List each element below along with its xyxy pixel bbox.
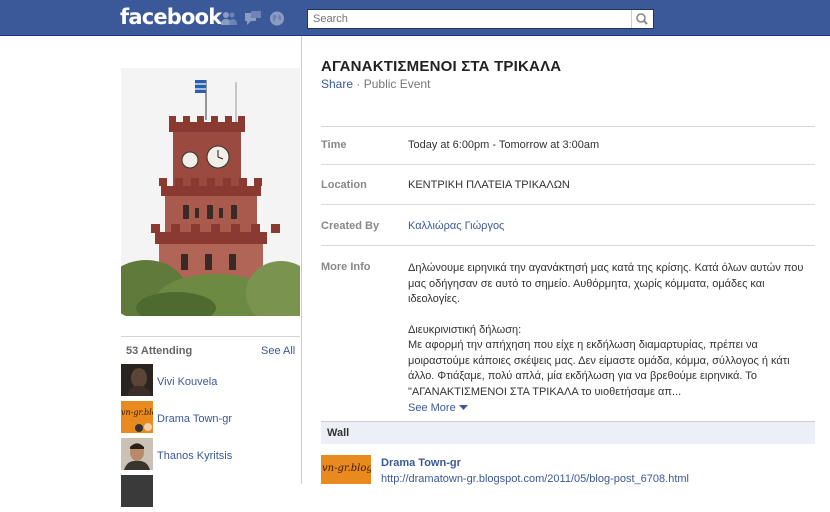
attending-header: 53 Attending See All [121, 336, 300, 357]
location-value: ΚΕΝΤΡΙΚΗ ΠΛΑΤΕΙΑ ΤΡΙΚΑΛΩΝ [408, 179, 570, 191]
column-divider [301, 36, 302, 484]
post-link[interactable]: http://dramatown-gr.blogspot.com/2011/05… [381, 473, 689, 485]
event-visibility: Public Event [363, 77, 431, 91]
svg-text:vn-gr.blog: vn-gr.blog [121, 408, 153, 417]
svg-text:vn-gr.blog: vn-gr.blog [322, 463, 371, 474]
chevron-down-icon[interactable] [458, 404, 468, 411]
messages-icon[interactable] [245, 11, 261, 26]
location-label: Location [321, 179, 367, 191]
time-label: Time [321, 139, 347, 151]
event-title: ΑΓΑΝΑΚΤΙΣΜΕΝΟΙ ΣΤΑ ΤΡΙΚΑΛΑ [321, 58, 562, 75]
attendee-name[interactable]: Drama Town-gr [157, 413, 232, 425]
share-link[interactable]: Share [321, 77, 353, 91]
created-by-label: Created By [321, 220, 380, 232]
more-info-paragraph-1: Δηλώνουμε ειρηνικά την αγανάκτησή μας κα… [408, 262, 804, 305]
attendee-name[interactable]: Thanos Kyritsis [157, 450, 232, 462]
search-box [307, 9, 654, 29]
notification-jewels [221, 11, 285, 26]
attendee-avatar[interactable]: vn-gr.blog [121, 401, 153, 433]
time-value: Today at 6:00pm - Tomorrow at 3:00am [408, 139, 600, 151]
created-by-row: Created By Καλλιώρας Γιώργος [321, 205, 815, 246]
attendee-avatar[interactable] [121, 475, 153, 507]
notifications-globe-icon[interactable] [269, 11, 285, 26]
wall-heading: Wall [327, 427, 350, 439]
post-author-name[interactable]: Drama Town-gr [381, 457, 461, 469]
search-button[interactable] [631, 10, 653, 28]
attendee-avatar[interactable] [121, 364, 153, 396]
search-input[interactable] [308, 10, 638, 28]
more-info-paragraph-2: Διευκρινιστική δήλωση: Με αφορμή την απή… [408, 323, 790, 398]
event-photo[interactable] [121, 68, 300, 316]
more-info-text: Δηλώνουμε ειρηνικά την αγανάκτησή μας κα… [408, 261, 808, 417]
see-more-link[interactable]: See More [408, 402, 456, 414]
more-info-label: More Info [321, 261, 371, 273]
search-icon [636, 13, 648, 25]
creator-link[interactable]: Καλλιώρας Γιώργος [408, 220, 504, 232]
attendee-avatar[interactable] [121, 438, 153, 470]
facebook-logo[interactable]: facebook [120, 5, 222, 29]
wall-header: Wall [321, 421, 815, 444]
post-author-avatar[interactable]: vn-gr.blog [321, 455, 371, 484]
top-navigation-bar: facebook [0, 0, 830, 36]
event-subline: Share · Public Event [321, 77, 430, 91]
time-row: Time Today at 6:00pm - Tomorrow at 3:00a… [321, 126, 815, 165]
separator-dot: · [356, 77, 361, 91]
friend-requests-icon[interactable] [221, 11, 237, 26]
location-row: Location ΚΕΝΤΡΙΚΗ ΠΛΑΤΕΙΑ ΤΡΙΚΑΛΩΝ [321, 164, 815, 205]
attendee-name[interactable]: Vivi Kouvela [157, 376, 217, 388]
see-more-container: See More [408, 401, 808, 417]
see-all-link[interactable]: See All [261, 345, 295, 357]
attending-count: 53 Attending [126, 345, 193, 357]
